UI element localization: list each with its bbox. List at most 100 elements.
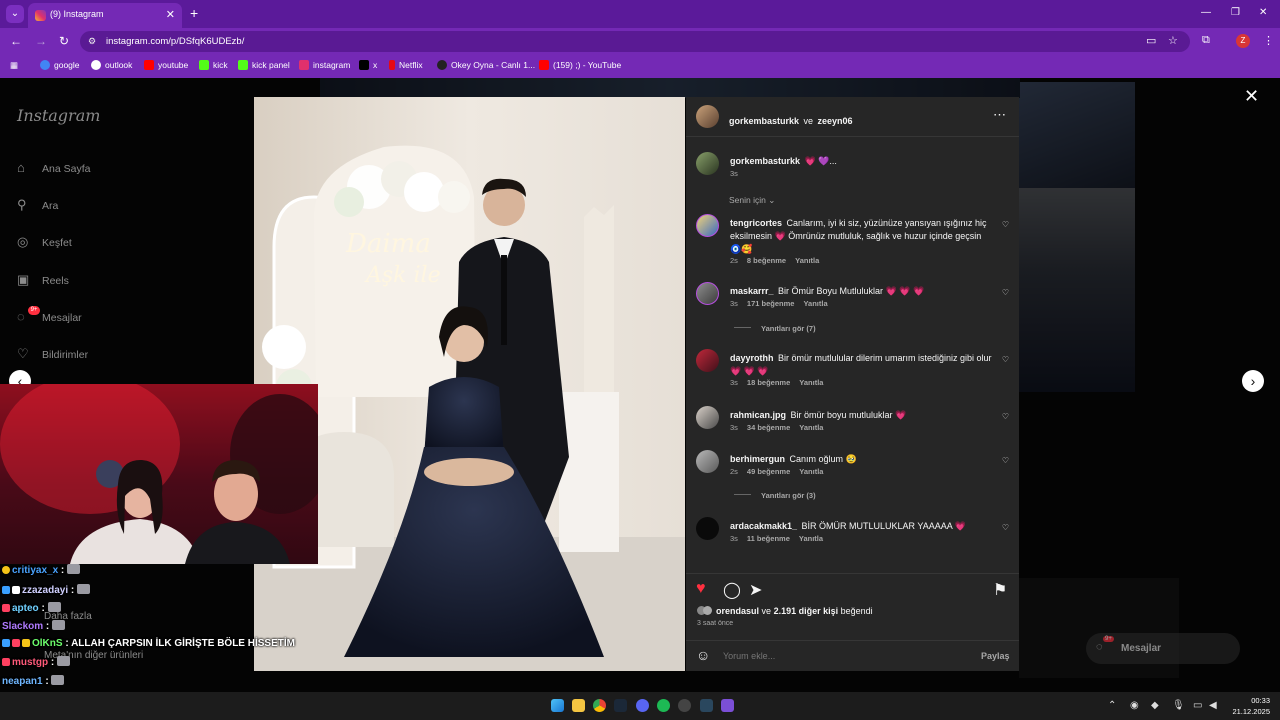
- comment-likes[interactable]: 34 beğenme: [747, 423, 790, 432]
- bookmark-youtube-2[interactable]: (159) ;) - YouTube: [539, 60, 621, 70]
- volume-icon[interactable]: ◀: [1209, 700, 1217, 711]
- reply-button[interactable]: Yanıtla: [803, 299, 827, 308]
- chat-username[interactable]: OlKnS: [32, 638, 63, 649]
- profile-avatar[interactable]: Z: [1236, 34, 1250, 48]
- sidebar-item-home[interactable]: ⌂ Ana Sayfa: [17, 160, 90, 178]
- comment-like-icon[interactable]: ♡: [1002, 523, 1009, 532]
- comment-likes[interactable]: 49 beğenme: [747, 467, 790, 476]
- tray-overflow-icon[interactable]: ⌃: [1108, 700, 1116, 711]
- sort-dropdown[interactable]: Senin için ⌄: [729, 195, 775, 206]
- tab-close-icon[interactable]: ✕: [166, 8, 175, 21]
- bookmark-outlook[interactable]: outlook: [91, 60, 132, 70]
- comment-icon[interactable]: ◯: [723, 580, 741, 600]
- bookmark-instagram[interactable]: instagram: [299, 60, 350, 70]
- comment-like-icon[interactable]: ♡: [1002, 456, 1009, 465]
- sidebar-item-notifications[interactable]: ♡ Bildirimler: [17, 346, 88, 364]
- avatar[interactable]: [696, 517, 719, 540]
- bookmark-youtube[interactable]: youtube: [144, 60, 188, 70]
- comment-like-icon[interactable]: ♡: [1002, 220, 1009, 229]
- comment-likes[interactable]: 8 beğenme: [747, 256, 786, 265]
- like-heart-icon[interactable]: ♥: [696, 580, 706, 598]
- chat-username[interactable]: zzazadayi: [22, 585, 68, 596]
- liked-by-user[interactable]: orendasul: [716, 606, 759, 616]
- comment-like-icon[interactable]: ♡: [1002, 412, 1009, 421]
- cast-icon[interactable]: ▭: [1146, 34, 1156, 47]
- bookmark-kick-panel[interactable]: kick panel: [238, 60, 290, 70]
- chat-username[interactable]: apteo: [12, 603, 39, 614]
- sidebar-item-search[interactable]: ⚲ Ara: [17, 197, 58, 215]
- comment-username[interactable]: rahmican.jpg: [730, 410, 786, 420]
- chat-username[interactable]: mustgp: [12, 657, 48, 668]
- bookmark-netflix[interactable]: Netflix: [389, 60, 423, 70]
- tab-instagram[interactable]: (9) Instagram ✕: [28, 3, 182, 28]
- avatar[interactable]: [696, 406, 719, 429]
- comment-like-icon[interactable]: ♡: [1002, 355, 1009, 364]
- forward-icon[interactable]: →: [35, 34, 47, 48]
- share-icon[interactable]: ➤: [749, 580, 762, 600]
- comment-username[interactable]: maskarrr_: [730, 286, 774, 296]
- comment-username[interactable]: dayyrothh: [730, 353, 774, 363]
- file-explorer-icon[interactable]: [572, 699, 585, 712]
- sidebar-item-reels[interactable]: ▣ Reels: [17, 272, 69, 290]
- steam-app-icon[interactable]: [700, 699, 713, 712]
- tray-app-icon[interactable]: ◉: [1130, 700, 1139, 711]
- avatar[interactable]: [696, 152, 719, 175]
- chat-username[interactable]: critiyax_x: [12, 565, 58, 576]
- chrome-icon[interactable]: [593, 699, 606, 712]
- comment-username[interactable]: berhimergun: [730, 454, 785, 464]
- comment-like-icon[interactable]: ♡: [1002, 288, 1009, 297]
- restore-icon[interactable]: ❐: [1231, 7, 1240, 18]
- chat-username[interactable]: Slackom: [2, 621, 43, 632]
- view-replies-button[interactable]: Yanıtları gör (7): [734, 324, 816, 333]
- liked-by[interactable]: orendasul ve 2.191 diğer kişi beğendi: [697, 606, 873, 616]
- tray-steam-icon[interactable]: ◆: [1151, 700, 1159, 711]
- reply-button[interactable]: Yanıtla: [799, 378, 823, 387]
- author-username[interactable]: gorkembasturkk: [729, 116, 799, 126]
- avatar[interactable]: [696, 450, 719, 473]
- comment-username[interactable]: ardacakmakk1_: [730, 521, 797, 531]
- next-post-icon[interactable]: ›: [1242, 370, 1264, 392]
- reply-button[interactable]: Yanıtla: [799, 467, 823, 476]
- back-icon[interactable]: ←: [10, 34, 22, 48]
- system-clock[interactable]: 00:33 21.12.2025: [1230, 695, 1270, 717]
- chat-username[interactable]: neapan1: [2, 676, 43, 687]
- caption-username[interactable]: gorkembasturkk: [730, 156, 800, 166]
- post-comment-button[interactable]: Paylaş: [981, 651, 1010, 661]
- bookmark-okey[interactable]: Okey Oyna - Canlı 1...: [437, 60, 535, 70]
- reload-icon[interactable]: ↻: [59, 34, 69, 48]
- comment-username[interactable]: tengricortes: [730, 218, 782, 228]
- liked-by-count[interactable]: 2.191 diğer kişi: [774, 606, 839, 616]
- avatar[interactable]: [696, 282, 719, 305]
- post-image[interactable]: Daima Aşk ile: [254, 97, 685, 671]
- minimize-icon[interactable]: —: [1201, 7, 1211, 18]
- sidebar-item-explore[interactable]: ◎ Keşfet: [17, 234, 72, 252]
- bookmark-x[interactable]: x: [359, 60, 377, 70]
- avatar[interactable]: [696, 105, 719, 128]
- reply-button[interactable]: Yanıtla: [795, 256, 819, 265]
- windows-start-icon[interactable]: [551, 699, 564, 712]
- spotify-icon[interactable]: [657, 699, 670, 712]
- reply-button[interactable]: Yanıtla: [799, 534, 823, 543]
- more-options-icon[interactable]: ⋯: [993, 107, 1006, 123]
- extensions-icon[interactable]: ⧉: [1202, 34, 1210, 47]
- discord-icon[interactable]: [636, 699, 649, 712]
- view-replies-button[interactable]: Yanıtları gör (3): [734, 491, 816, 500]
- tab-search-icon[interactable]: ⌄: [6, 5, 24, 23]
- apps-icon[interactable]: ▦: [10, 60, 18, 71]
- avatar[interactable]: [696, 214, 719, 237]
- network-icon[interactable]: ▭: [1193, 700, 1202, 711]
- save-bookmark-icon[interactable]: ⚑: [993, 580, 1007, 600]
- comment-likes[interactable]: 18 beğenme: [747, 378, 790, 387]
- new-tab-icon[interactable]: +: [190, 5, 198, 21]
- site-info-icon[interactable]: ⚙: [88, 36, 96, 47]
- messages-widget[interactable]: ◌ 9+ Mesajlar: [1086, 633, 1240, 664]
- menu-icon[interactable]: ⋮: [1263, 34, 1274, 47]
- emoji-icon[interactable]: ☺: [696, 647, 710, 663]
- comment-likes[interactable]: 11 beğenme: [747, 534, 790, 543]
- obs-icon[interactable]: [678, 699, 691, 712]
- window-close-icon[interactable]: ✕: [1259, 7, 1267, 18]
- bookmark-star-icon[interactable]: ☆: [1168, 34, 1178, 47]
- app-icon[interactable]: [721, 699, 734, 712]
- close-modal-icon[interactable]: ✕: [1244, 86, 1259, 107]
- steam-icon[interactable]: [614, 699, 627, 712]
